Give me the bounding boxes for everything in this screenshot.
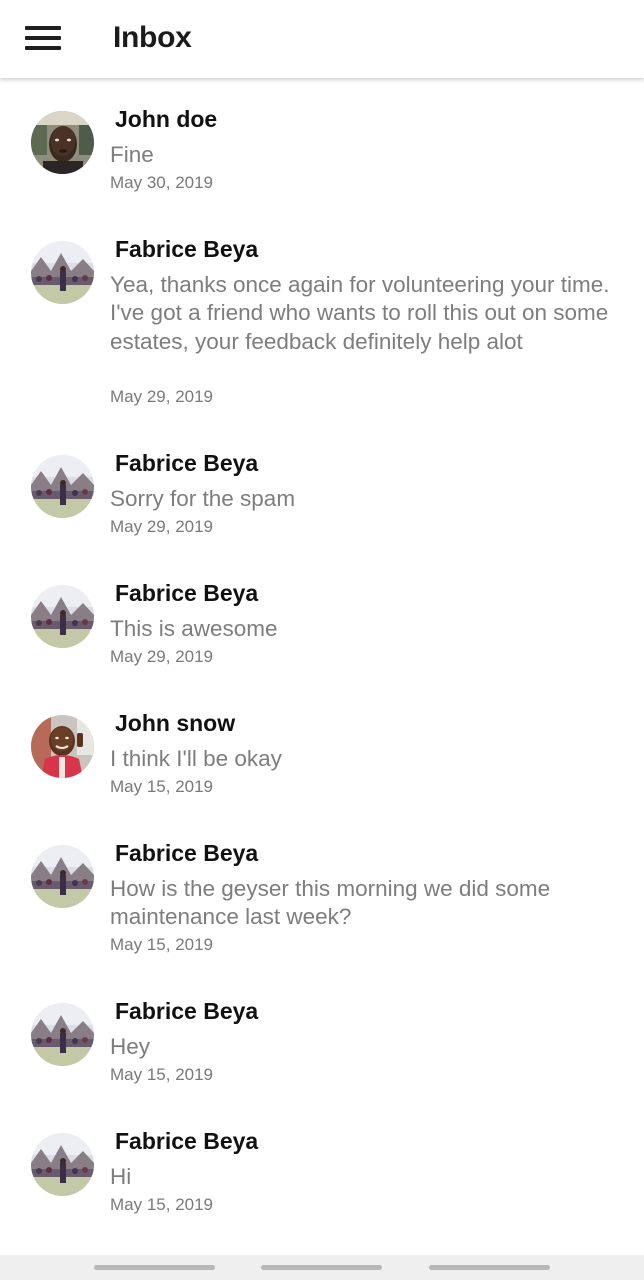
nav-back-handle[interactable] — [94, 1265, 215, 1270]
message-preview: Fine — [110, 142, 154, 167]
avatar — [31, 1003, 94, 1066]
system-navigation-bar — [0, 1255, 644, 1280]
sender-name: Fabrice Beya — [115, 236, 259, 262]
sender-name: John snow — [115, 710, 236, 736]
message-list-item[interactable]: Fabrice Beya Hi May 15, 2019 — [0, 1102, 644, 1232]
message-date: May 15, 2019 — [110, 777, 214, 796]
message-list-item[interactable]: Fabrice Beya Yea, thanks once again for … — [0, 210, 644, 424]
avatar — [31, 585, 94, 648]
avatar — [31, 1133, 94, 1196]
avatar — [31, 455, 94, 518]
message-date: May 29, 2019 — [110, 517, 214, 536]
message-list-item[interactable]: John doe Fine May 30, 2019 — [0, 80, 644, 210]
message-preview: I think I'll be okay — [110, 746, 282, 771]
message-date: May 29, 2019 — [110, 387, 214, 406]
sender-name: Fabrice Beya — [115, 840, 259, 866]
sender-name: Fabrice Beya — [115, 1128, 259, 1154]
message-list-item[interactable]: Fabrice Beya How is the geyser this morn… — [0, 814, 644, 972]
message-preview: Sorry for the spam — [110, 486, 296, 511]
avatar — [31, 241, 94, 304]
message-date: May 15, 2019 — [110, 1195, 214, 1214]
sender-name: Fabrice Beya — [115, 998, 259, 1024]
message-date: May 30, 2019 — [110, 173, 214, 192]
avatar — [31, 845, 94, 908]
page-title: Inbox — [113, 21, 192, 54]
sender-name: Fabrice Beya — [115, 580, 259, 606]
sender-name: Fabrice Beya — [115, 450, 259, 476]
nav-recents-handle[interactable] — [429, 1265, 550, 1270]
message-list-item[interactable]: Fabrice Beya Hey May 15, 2019 — [0, 972, 644, 1102]
avatar — [31, 715, 94, 778]
message-date: May 15, 2019 — [110, 1065, 214, 1084]
message-preview: Hi — [110, 1164, 132, 1189]
message-preview: This is awesome — [110, 616, 278, 641]
message-date: May 15, 2019 — [110, 935, 214, 954]
app-bar: Inbox — [0, 0, 644, 78]
message-list-item[interactable]: Fabrice Beya This is awesome May 29, 201… — [0, 554, 644, 684]
sender-name: John doe — [115, 106, 218, 132]
hamburger-menu-icon[interactable] — [16, 14, 70, 62]
message-preview: How is the geyser this morning we did so… — [110, 876, 551, 930]
message-date: May 29, 2019 — [110, 647, 214, 666]
message-list-item[interactable]: John snow I think I'll be okay May 15, 2… — [0, 684, 644, 814]
nav-home-handle[interactable] — [261, 1265, 382, 1270]
message-preview: Hey — [110, 1034, 151, 1059]
message-preview: Yea, thanks once again for volunteering … — [110, 272, 610, 354]
avatar — [31, 111, 94, 174]
message-list-item[interactable]: Fabrice Beya Sorry for the spam May 29, … — [0, 424, 644, 554]
